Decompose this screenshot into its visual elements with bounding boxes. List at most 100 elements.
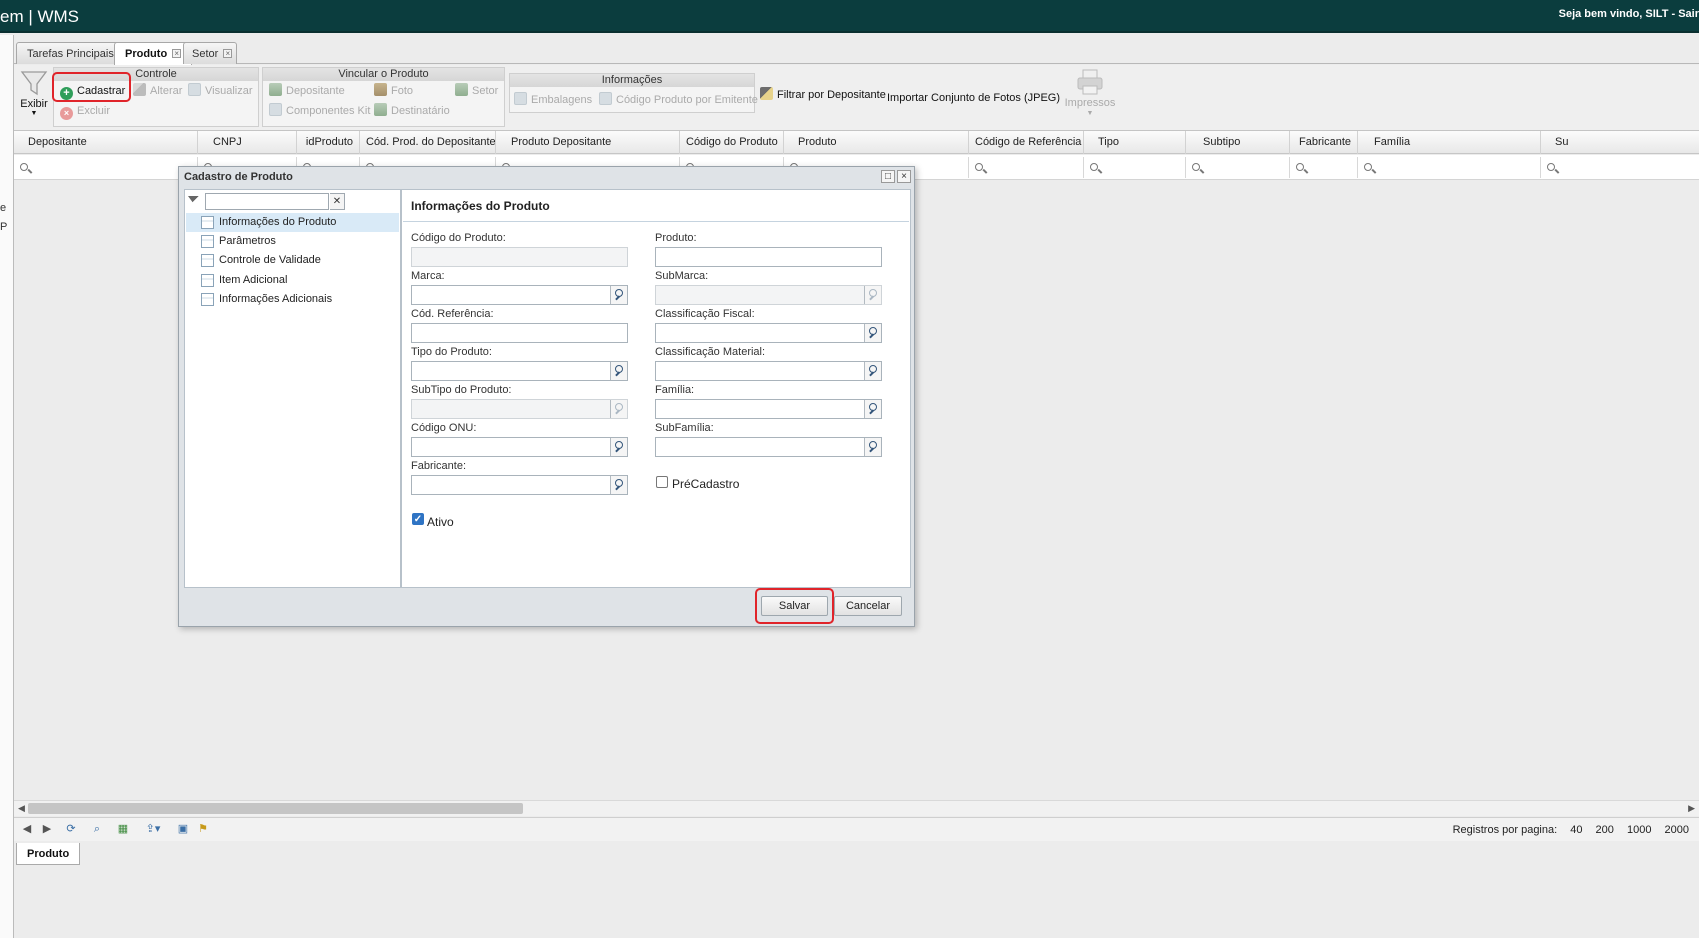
close-icon[interactable]: × [172, 49, 182, 58]
column-filter[interactable] [1186, 157, 1290, 178]
importar-fotos-button[interactable]: Importar Conjunto de Fotos (JPEG) [887, 90, 1060, 106]
close-icon[interactable]: × [897, 170, 911, 183]
lookup-search-icon[interactable] [864, 362, 881, 380]
alterar-button[interactable]: Alterar [133, 83, 182, 99]
page-size-option[interactable]: 200 [1596, 824, 1614, 836]
column-header[interactable]: Código do Produto [680, 131, 784, 154]
main-tabs: Tarefas Principais Produto × Setor × [14, 36, 1699, 65]
column-header[interactable]: Depositante [14, 131, 198, 154]
export-dropdown-icon[interactable]: ⇪▾ [142, 822, 164, 836]
form-divider [403, 221, 909, 222]
tab-produto[interactable]: Produto × [114, 42, 193, 65]
familia-field[interactable] [655, 399, 882, 419]
horizontal-scrollbar[interactable]: ◀ ▶ [14, 800, 1699, 816]
column-filter[interactable] [1084, 157, 1186, 178]
nav-item-informacoes-adicionais[interactable]: Informações Adicionais [186, 290, 399, 309]
welcome-logout[interactable]: Seja bem vindo, SILT - Sair [1559, 8, 1699, 20]
codigo-emitente-button[interactable]: Código Produto por Emitente [599, 92, 758, 108]
embalagens-button[interactable]: Embalagens [514, 92, 592, 108]
nav-filter-input[interactable] [205, 193, 329, 210]
column-header[interactable]: Cód. Prod. do Depositante [360, 131, 496, 154]
close-icon[interactable]: × [223, 49, 233, 58]
impressos-label: Impressos [1064, 97, 1116, 109]
setor-label: Setor [472, 85, 499, 97]
column-filter[interactable] [969, 157, 1084, 178]
refresh-icon[interactable]: ⟳ [64, 822, 78, 836]
chart-icon[interactable]: ▦ [116, 822, 130, 836]
tab-label: Produto [125, 48, 168, 60]
excluir-button[interactable]: × Excluir [60, 103, 110, 120]
visualizar-button[interactable]: Visualizar [188, 83, 253, 99]
codigo-onu-field[interactable] [411, 437, 628, 457]
familia-label: Família: [655, 384, 695, 396]
nav-item-label: Controle de Validade [219, 254, 321, 266]
column-filter[interactable] [1358, 157, 1541, 178]
exibir-button[interactable]: Exibir ▼ [16, 68, 52, 126]
search-icon [1296, 163, 1304, 171]
destinatario-label: Destinatário [391, 105, 450, 117]
column-header[interactable]: Tipo [1084, 131, 1186, 154]
column-header[interactable]: idProduto [297, 131, 360, 154]
column-header[interactable]: Código de Referência [969, 131, 1084, 154]
tab-tarefas-principais[interactable]: Tarefas Principais [16, 42, 125, 64]
lookup-search-icon[interactable] [864, 400, 881, 418]
nav-item-informacoes-produto[interactable]: Informações do Produto [186, 213, 399, 232]
column-header[interactable]: Família [1358, 131, 1541, 154]
foto-button[interactable]: Foto [374, 83, 413, 99]
page-size-option[interactable]: 2000 [1665, 824, 1689, 836]
lookup-search-icon[interactable] [864, 438, 881, 456]
column-filter[interactable] [14, 157, 198, 178]
filtrar-depositante-button[interactable]: Filtrar por Depositante [760, 87, 886, 103]
column-header[interactable]: Fabricante [1290, 131, 1358, 154]
column-filter[interactable] [1290, 157, 1358, 178]
produto-field[interactable] [655, 247, 882, 267]
depositante-label: Depositante [286, 85, 345, 97]
class-fiscal-field[interactable] [655, 323, 882, 343]
setor-button[interactable]: Setor [455, 83, 498, 99]
lookup-search-icon[interactable] [610, 476, 627, 494]
clean-icon[interactable]: ⚑ [196, 822, 210, 836]
submarca-field [655, 285, 882, 305]
nav-item-item-adicional[interactable]: Item Adicional [186, 271, 399, 290]
nav-item-parametros[interactable]: Parâmetros [186, 232, 399, 251]
tipo-produto-field[interactable] [411, 361, 628, 381]
scroll-thumb[interactable] [28, 803, 523, 814]
class-material-field[interactable] [655, 361, 882, 381]
componentes-kit-button[interactable]: Componentes Kit [269, 103, 370, 119]
column-header[interactable]: Subtipo [1186, 131, 1290, 154]
next-page-icon[interactable]: ▶ [40, 822, 54, 836]
column-header[interactable]: Produto Depositante [496, 131, 680, 154]
column-header[interactable]: CNPJ [198, 131, 297, 154]
column-filter[interactable] [1541, 157, 1571, 178]
lookup-search-icon[interactable] [864, 324, 881, 342]
marca-field[interactable] [411, 285, 628, 305]
fabricante-field[interactable] [411, 475, 628, 495]
save-layout-icon[interactable]: ▣ [176, 822, 190, 836]
prev-page-icon[interactable]: ◀ [20, 822, 34, 836]
destinatario-button[interactable]: Destinatário [374, 103, 450, 119]
scroll-right-icon[interactable]: ▶ [1688, 803, 1695, 814]
depositante-button[interactable]: Depositante [269, 83, 345, 99]
precadastro-checkbox[interactable] [656, 476, 668, 488]
page-size-option[interactable]: 1000 [1627, 824, 1651, 836]
nav-item-controle-validade[interactable]: Controle de Validade [186, 251, 399, 270]
zoom-search-icon[interactable]: ⌕ [90, 822, 104, 836]
maximize-icon[interactable]: □ [881, 170, 895, 183]
lookup-search-icon[interactable] [610, 438, 627, 456]
exibir-label: Exibir [20, 98, 48, 110]
lookup-search-icon[interactable] [610, 362, 627, 380]
bottom-tab-produto[interactable]: Produto [16, 843, 81, 865]
column-header[interactable]: Produto [784, 131, 969, 154]
ativo-checkbox[interactable]: ✓ [412, 513, 424, 525]
impressos-button[interactable]: Impressos ▼ [1064, 67, 1116, 125]
scroll-left-icon[interactable]: ◀ [18, 803, 25, 814]
tab-setor[interactable]: Setor × [183, 42, 238, 64]
subfamilia-field[interactable] [655, 437, 882, 457]
lookup-search-icon[interactable] [610, 286, 627, 304]
cancel-button[interactable]: Cancelar [834, 596, 902, 616]
cod-referencia-field[interactable] [411, 323, 628, 343]
page-size-option[interactable]: 40 [1570, 824, 1582, 836]
column-header[interactable]: Su [1541, 131, 1571, 154]
tab-label: Tarefas Principais [27, 48, 114, 60]
clear-filter-icon[interactable]: ✕ [330, 193, 345, 210]
